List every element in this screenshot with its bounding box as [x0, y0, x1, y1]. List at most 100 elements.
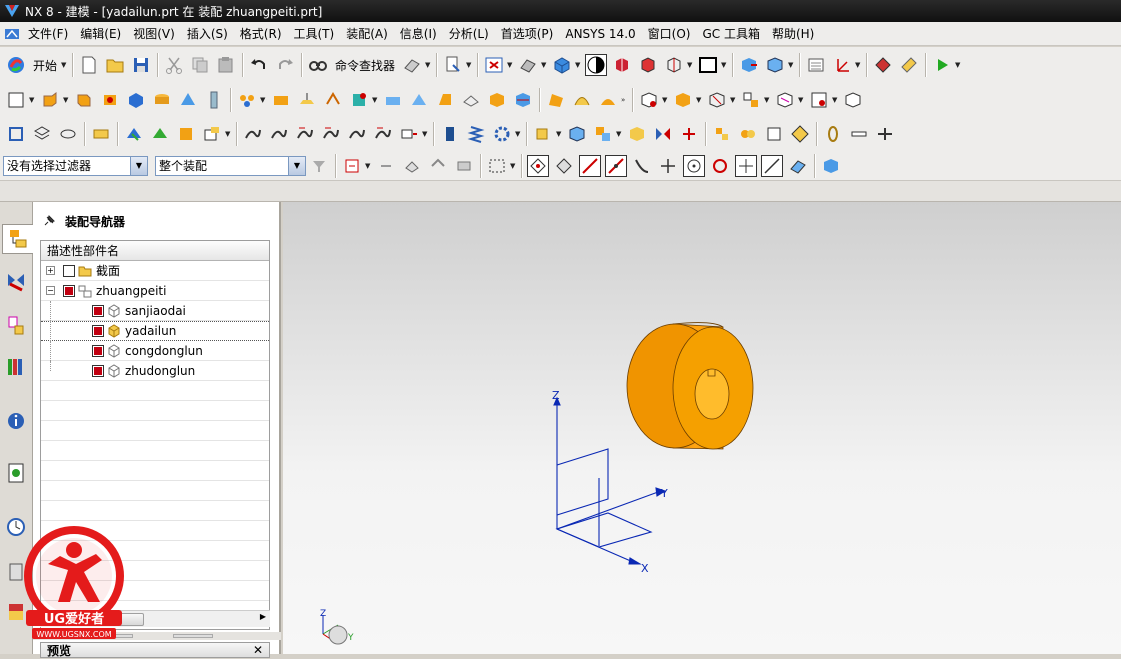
hide-icon[interactable]	[149, 123, 171, 145]
shaft-icon[interactable]	[439, 123, 461, 145]
split-body-icon[interactable]	[512, 89, 534, 111]
menu-gc-toolbox[interactable]: GC 工具箱	[696, 25, 766, 42]
snap-midpoint-icon[interactable]	[579, 154, 601, 177]
sketch-icon[interactable]	[5, 89, 27, 111]
column-header[interactable]: 描述性部件名	[41, 241, 269, 261]
shaded-edges-icon[interactable]	[637, 54, 659, 76]
snap-on-curve-icon[interactable]	[761, 154, 783, 177]
web-browser-tab[interactable]	[3, 406, 29, 436]
revolve-icon[interactable]	[73, 89, 95, 111]
draft-icon[interactable]	[434, 89, 456, 111]
visibility-checkbox[interactable]	[63, 284, 75, 297]
pulley-part[interactable]	[626, 322, 754, 450]
history-tab[interactable]	[3, 458, 29, 488]
snap-control-point-icon[interactable]	[605, 154, 627, 177]
point-icon[interactable]	[898, 54, 920, 76]
layer-settings-icon[interactable]	[31, 123, 53, 145]
chevron-down-icon[interactable]: ▼	[288, 156, 305, 175]
graphics-window[interactable]: Z Y X Z Y	[283, 202, 1121, 654]
reuse-library-tab[interactable]	[3, 352, 29, 382]
rectangle-select-icon[interactable]	[486, 155, 508, 177]
menu-tools[interactable]: 工具(T)	[288, 25, 341, 42]
snap-enable-icon[interactable]	[527, 154, 549, 177]
snap-intersection-icon[interactable]	[631, 155, 653, 177]
snap-icon[interactable]	[872, 54, 894, 76]
part-navigator-tab[interactable]	[3, 310, 29, 340]
selection-intent-icon[interactable]	[341, 155, 363, 177]
menu-insert[interactable]: 插入(S)	[181, 25, 234, 42]
link-icon[interactable]	[822, 123, 844, 145]
cylinder-icon[interactable]	[151, 89, 173, 111]
start-icon[interactable]	[5, 54, 27, 76]
gear-icon[interactable]	[491, 123, 513, 145]
menu-edit[interactable]: 编辑(E)	[74, 25, 127, 42]
reposition-icon[interactable]	[566, 123, 588, 145]
move-component-icon[interactable]	[738, 54, 760, 76]
visibility-checkbox[interactable]	[63, 264, 75, 277]
collapse-icon[interactable]: −	[46, 286, 55, 295]
mirror-icon[interactable]	[652, 123, 674, 145]
curve-line-icon[interactable]	[242, 123, 264, 145]
constraint-navigator-tab[interactable]	[3, 266, 29, 296]
constraint-icon[interactable]	[764, 54, 786, 76]
close-icon[interactable]: ✕	[253, 643, 263, 657]
fit-view-icon[interactable]	[483, 54, 505, 76]
general-selection-filter-icon[interactable]	[308, 155, 330, 177]
exploded-view-icon[interactable]	[774, 89, 796, 111]
add-component-icon[interactable]	[638, 89, 660, 111]
pipe-icon[interactable]	[874, 123, 896, 145]
snap-circle-icon[interactable]	[709, 155, 731, 177]
analysis-icon[interactable]	[789, 123, 811, 145]
app-menu-icon[interactable]	[4, 27, 20, 41]
invert-show-icon[interactable]	[175, 123, 197, 145]
csys-icon[interactable]	[831, 54, 853, 76]
arrangement-icon[interactable]	[763, 123, 785, 145]
command-finder-button[interactable]: 命令查找器	[335, 57, 395, 74]
align-icon[interactable]	[678, 123, 700, 145]
visibility-checkbox[interactable]	[92, 364, 104, 377]
scroll-right-icon[interactable]: ▶	[260, 612, 266, 621]
undo-selection-icon[interactable]	[375, 155, 397, 177]
snap-existing-point-icon[interactable]	[735, 154, 757, 177]
datum-icon[interactable]	[322, 89, 344, 111]
spring-icon[interactable]	[465, 123, 487, 145]
cut-icon[interactable]	[163, 54, 185, 76]
menu-window[interactable]: 窗口(O)	[642, 25, 697, 42]
menu-information[interactable]: 信息(I)	[394, 25, 443, 42]
pin-icon[interactable]	[43, 215, 55, 227]
studio-icon[interactable]	[663, 54, 685, 76]
move-icon[interactable]	[626, 123, 648, 145]
route-icon[interactable]	[711, 123, 733, 145]
layer-visible-icon[interactable]	[57, 123, 79, 145]
hole-icon[interactable]	[99, 89, 121, 111]
show-all-icon[interactable]	[201, 123, 223, 145]
undo-icon[interactable]	[248, 54, 270, 76]
background-icon[interactable]	[697, 54, 719, 76]
curvature-oh-icon[interactable]	[372, 123, 394, 145]
open-folder-icon[interactable]	[104, 54, 126, 76]
new-component-icon[interactable]	[672, 89, 694, 111]
chamfer-icon[interactable]	[382, 89, 404, 111]
through-curves-icon[interactable]	[597, 89, 619, 111]
extract-body-icon[interactable]	[401, 54, 423, 76]
unite-icon[interactable]	[270, 89, 292, 111]
3d-view-icon[interactable]	[820, 155, 842, 177]
sweep-icon[interactable]	[571, 89, 593, 111]
layer-icon[interactable]	[805, 54, 827, 76]
assembly-navigator-tab[interactable]	[2, 224, 33, 254]
tree-node-component-work[interactable]: yadailun	[41, 321, 269, 341]
type-filter-select[interactable]: 没有选择过滤器 ▼	[3, 155, 148, 176]
pattern-icon[interactable]	[236, 89, 258, 111]
mirror-assembly-icon[interactable]	[706, 89, 728, 111]
menu-preferences[interactable]: 首选项(P)	[495, 25, 560, 42]
trim-body-icon[interactable]	[296, 89, 318, 111]
chevron-down-icon[interactable]: ▼	[130, 156, 147, 175]
visibility-checkbox[interactable]	[92, 344, 104, 357]
redo-icon[interactable]	[274, 54, 296, 76]
start-button[interactable]: 开始	[33, 57, 57, 74]
show-hide-icon[interactable]	[123, 123, 145, 145]
visibility-checkbox[interactable]	[92, 325, 104, 337]
tree-node-component[interactable]: zhudonglun	[41, 361, 269, 381]
edge-blend-icon[interactable]	[348, 89, 370, 111]
extrude-icon[interactable]	[39, 89, 61, 111]
